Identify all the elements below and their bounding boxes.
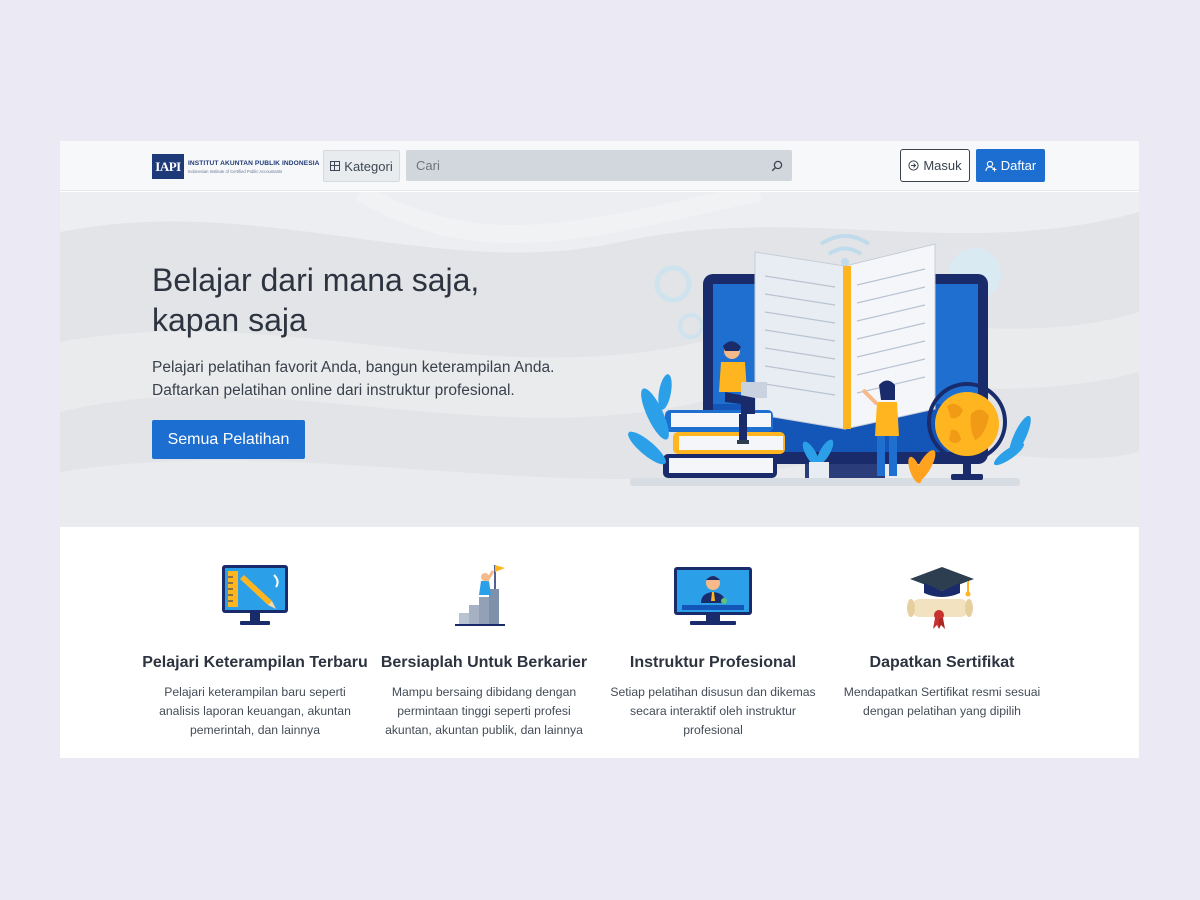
logo-subtitle: Indonesian Institute of Certified Public… [188,168,283,174]
login-icon [908,160,919,171]
browser-viewport: IAPI INSTITUT AKUNTAN PUBLIK INDONESIA I… [60,141,1139,758]
book-page-right [844,243,936,430]
logo-mark: IAPI [152,154,184,179]
register-label: Daftar [1000,158,1037,173]
hero-description: Pelajari pelatihan favorit Anda, bangun … [152,356,612,402]
register-button[interactable]: Daftar [976,149,1045,182]
login-button[interactable]: Masuk [900,149,970,182]
features-section: Pelajari Keterampilan Terbaru Pelajari k… [60,527,1139,758]
hero-title-line1: Belajar dari mana saja, [152,262,480,298]
hero-illustration [628,234,1031,486]
hero-title-line2: kapan saja [152,302,307,338]
kategori-button[interactable]: Kategori [323,150,400,182]
search-bar [406,150,792,181]
feature-description: Mendapatkan Sertifikat resmi sesuai deng… [843,685,1041,718]
login-label: Masuk [923,158,962,173]
book-stack [663,410,785,478]
feature-card-instructor: Instruktur Profesional Setiap pelatihan … [598,561,828,740]
feature-description: Setiap pelatihan disusun dan dikemas sec… [610,685,816,737]
feature-description: Mampu bersaing dibidang dengan permintaa… [385,685,583,737]
graduation-certificate-icon [907,567,974,629]
user-add-icon [985,160,997,172]
feature-card-skills: Pelajari Keterampilan Terbaru Pelajari k… [140,561,370,740]
all-trainings-button[interactable]: Semua Pelatihan [152,420,305,459]
gear-decor-icon [654,265,692,303]
grid-icon [330,161,341,171]
feature-title: Dapatkan Sertifikat [869,654,1015,671]
feature-title: Bersiaplah Untuk Berkarier [380,654,588,671]
feature-description: Pelajari keterampilan baru seperti anali… [159,685,351,737]
navbar: IAPI INSTITUT AKUNTAN PUBLIK INDONESIA I… [60,141,1139,191]
site-logo[interactable]: IAPI INSTITUT AKUNTAN PUBLIK INDONESIA I… [152,154,320,179]
feature-title: Pelajari Keterampilan Terbaru [142,654,368,671]
search-icon[interactable] [762,151,792,181]
hero-title: Belajar dari mana saja, kapan saja [152,260,572,340]
search-input[interactable] [406,150,762,181]
logo-title: INSTITUT AKUNTAN PUBLIK INDONESIA [188,159,320,167]
instructor-screen-icon [674,567,752,625]
feature-card-certificate: Dapatkan Sertifikat Mendapatkan Sertifik… [827,561,1057,721]
career-flag-icon [455,565,505,626]
feature-title: Instruktur Profesional [629,654,797,671]
hero-section: Belajar dari mana saja, kapan saja Pelaj… [60,192,1139,527]
kategori-label: Kategori [344,158,393,174]
hero-desc-line1: Pelajari pelatihan favorit Anda, bangun … [152,359,555,376]
hero-desc-line2: Daftarkan pelatihan online dari instrukt… [152,382,515,399]
feature-card-career: Bersiaplah Untuk Berkarier Mampu bersain… [369,561,599,740]
monitor-pencil-icon [222,565,288,625]
